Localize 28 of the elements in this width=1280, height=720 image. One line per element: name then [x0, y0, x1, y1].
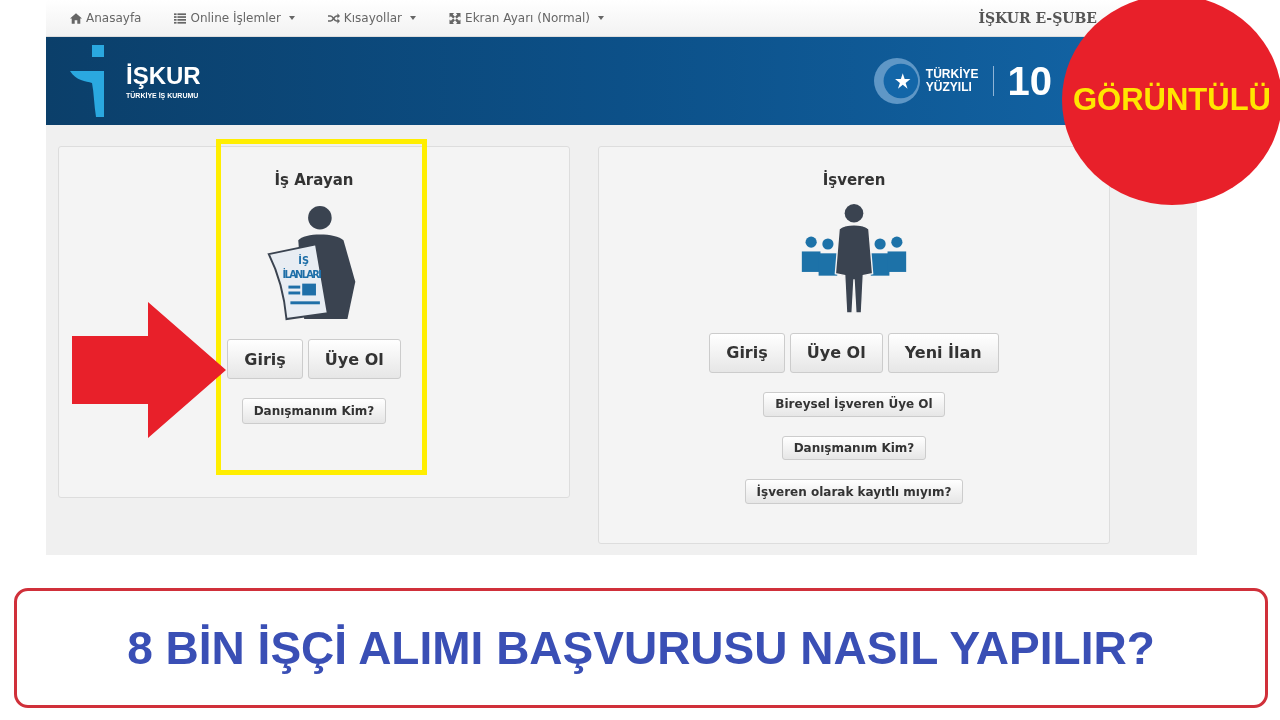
action-button[interactable]: Giriş	[709, 332, 785, 373]
link-button[interactable]: İşveren olarak kayıtlı mıyım?	[744, 479, 964, 504]
action-button[interactable]: Yeni İlan	[887, 332, 999, 373]
shuffle-icon	[327, 12, 340, 24]
action-button[interactable]: Üye Ol	[307, 339, 401, 379]
link-button[interactable]: Danışmanım Kim?	[241, 398, 387, 424]
nav-menu-item[interactable]: Ekran Ayarı (Normal)	[449, 11, 604, 25]
list-icon	[174, 12, 187, 24]
action-button[interactable]: Giriş	[227, 339, 303, 379]
expand-icon	[449, 12, 462, 24]
badge-text: GÖRÜNTÜLÜ	[1072, 82, 1271, 118]
link-button[interactable]: Bireysel İşveren Üye Ol	[763, 391, 945, 417]
home-icon	[70, 12, 82, 24]
panel-title: İş Arayan	[274, 171, 354, 189]
logo-title: İŞKUR	[126, 64, 201, 88]
logo-number: 10	[1007, 61, 1052, 101]
nav-menu-item[interactable]: Kısayollar	[327, 11, 417, 25]
panel-title: İşveren	[822, 171, 886, 189]
site-title: İŞKUR E-ŞUBE	[978, 10, 1097, 26]
action-button[interactable]: Üye Ol	[789, 332, 883, 373]
headline-text: 8 BİN İŞÇİ ALIMI BAŞVURUSU NASIL YAPILIR?	[127, 621, 1155, 675]
logo-text: YÜZYILI	[925, 81, 973, 94]
newspaper-reader-drawing: İŞ İLANLARI	[254, 203, 374, 321]
link-button[interactable]: Danışmanım Kim?	[781, 435, 927, 461]
nav-menu-item[interactable]: Anasayfa	[70, 11, 142, 25]
logo-text: TÜRKİYE	[925, 68, 979, 81]
crescent-icon	[873, 58, 920, 104]
nav-menu-item[interactable]: Online İşlemler	[174, 11, 295, 25]
